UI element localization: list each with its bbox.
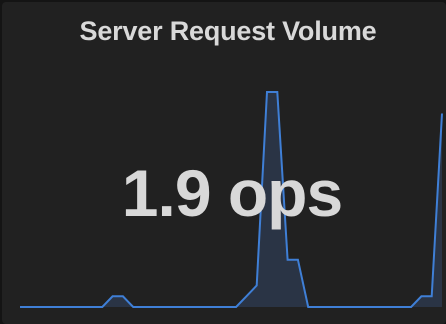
stat-value: 1.9 ops [121, 156, 343, 230]
panel-title: Server Request Volume [79, 16, 377, 46]
stat-panel[interactable]: Server Request Volume 1.9 ops [2, 2, 446, 324]
